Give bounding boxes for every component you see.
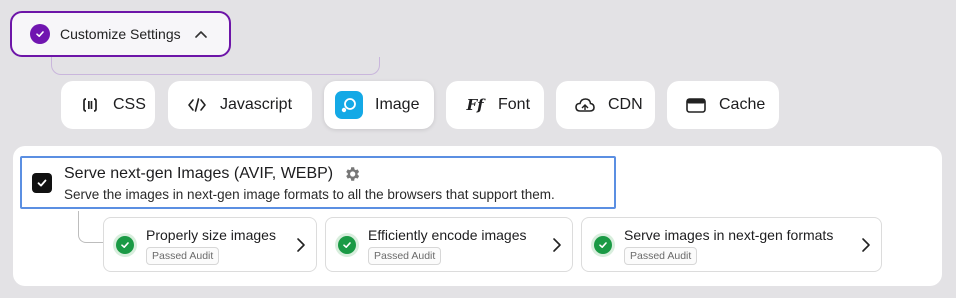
check-pass-icon [594,236,612,254]
audit-card[interactable]: Serve images in next-gen formats Passed … [581,217,882,272]
image-icon [335,91,363,119]
tab-label: Javascript [220,96,293,113]
chevron-up-icon [194,30,207,38]
code-icon [186,94,208,116]
chevron-right-icon [296,237,306,253]
font-icon: Ff [466,96,484,114]
tab-label: Font [498,96,531,113]
status-badge: Passed Audit [368,247,442,265]
tree-connector [51,57,380,75]
cache-card-icon [685,94,707,116]
audit-connector [78,211,104,243]
feature-description: Serve the images in next-gen image forma… [64,187,555,202]
tab-font[interactable]: Ff Font [446,81,544,129]
audit-name: Serve images in next-gen formats [624,227,834,243]
check-circle-icon [30,24,50,44]
tab-label: CDN [608,96,643,113]
chevron-right-icon [552,237,562,253]
feature-title: Serve next-gen Images (AVIF, WEBP) [64,165,334,182]
tab-image[interactable]: Image [324,81,434,129]
audit-card[interactable]: Properly size images Passed Audit [103,217,317,272]
audit-name: Properly size images [146,227,276,243]
customize-settings-button[interactable]: Customize Settings [10,11,231,57]
cloud-icon [574,94,596,116]
audit-name: Efficiently encode images [368,227,527,243]
check-pass-icon [338,236,356,254]
tab-label: Image [375,96,420,113]
customize-settings-label: Customize Settings [60,26,181,42]
status-badge: Passed Audit [146,247,220,265]
tab-cache[interactable]: Cache [667,81,779,129]
tab-label: Cache [719,96,766,113]
feature-checkbox[interactable] [32,173,52,193]
tab-label: CSS [113,96,146,113]
audit-card[interactable]: Efficiently encode images Passed Audit [325,217,573,272]
tab-cdn[interactable]: CDN [556,81,655,129]
tab-css[interactable]: CSS [61,81,155,129]
css-bracket-icon [79,94,101,116]
tab-javascript[interactable]: Javascript [168,81,312,129]
status-badge: Passed Audit [624,247,698,265]
chevron-right-icon [861,237,871,253]
feature-title-row: Serve next-gen Images (AVIF, WEBP) [64,165,361,183]
check-pass-icon [116,236,134,254]
gear-icon[interactable] [343,165,361,183]
